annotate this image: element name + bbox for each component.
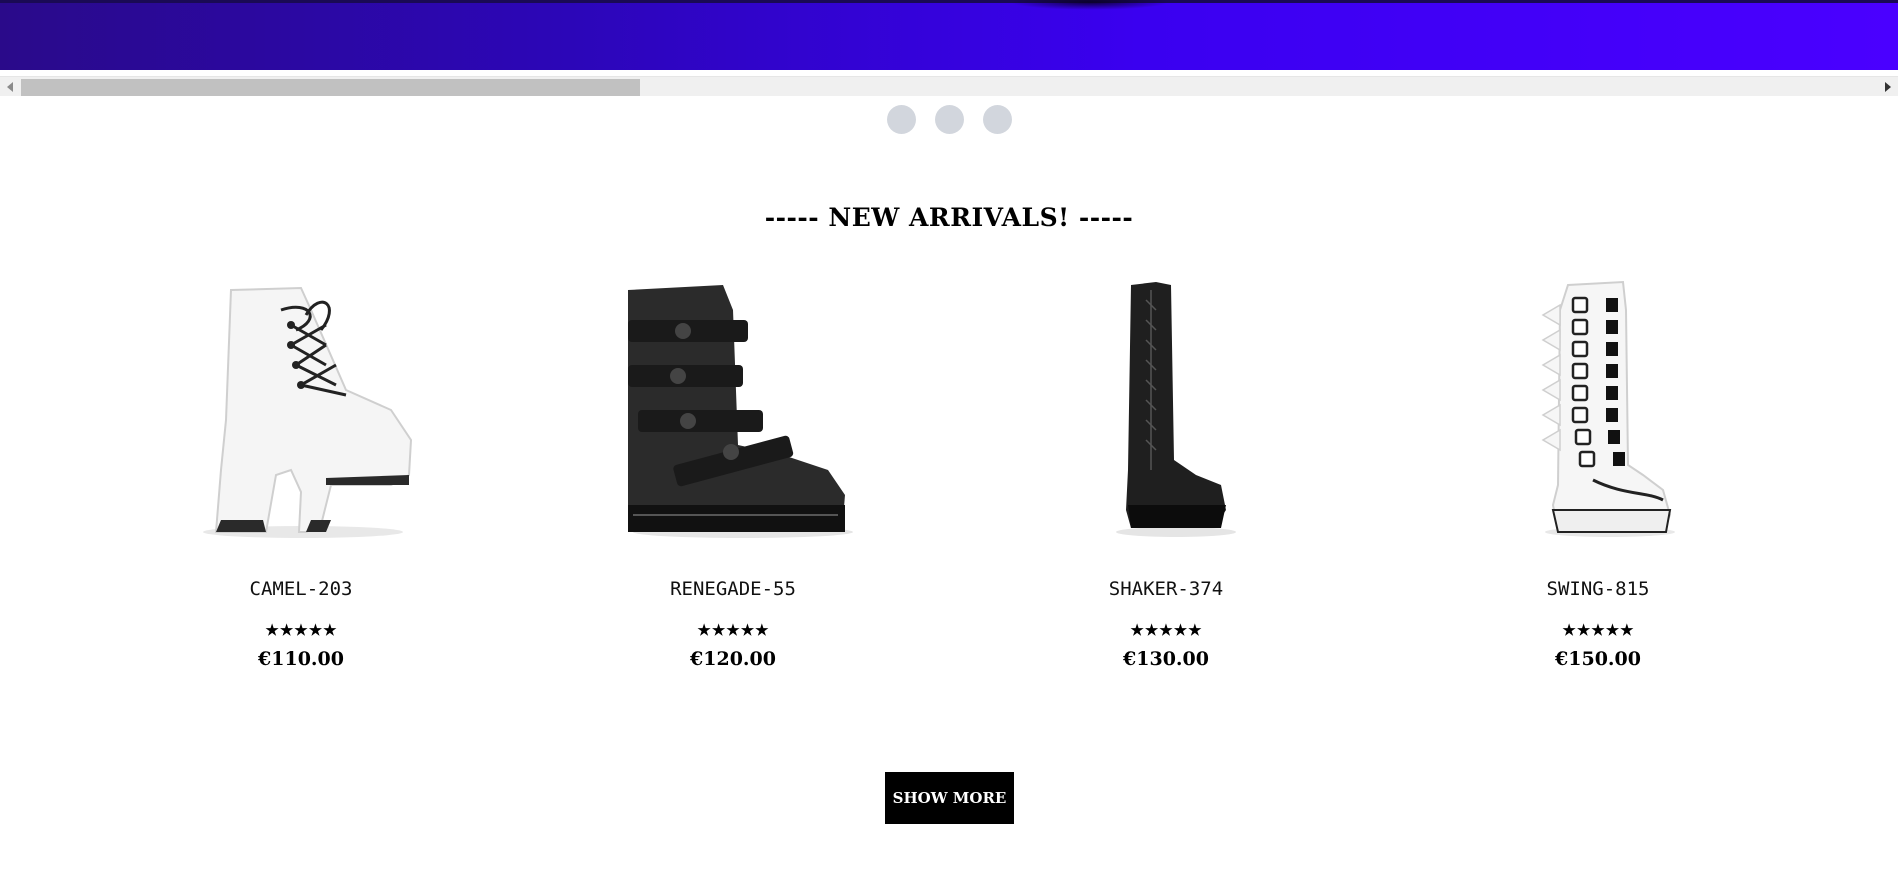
white-buckle-platform-boot-image[interactable] [1448, 270, 1748, 550]
product-card[interactable]: RENEGADE-55 ★★★★★ €120.00 [583, 270, 883, 670]
product-name[interactable]: RENEGADE-55 [583, 578, 883, 600]
product-price: €110.00 [258, 648, 344, 670]
scroll-left-arrow-icon[interactable] [0, 77, 20, 97]
carousel-scrollbar[interactable] [0, 76, 1898, 96]
star-rating-icon: ★★★★★ [264, 614, 338, 642]
show-more-button[interactable]: SHOW MORE [885, 772, 1014, 824]
star-rating-icon: ★★★★★ [696, 614, 770, 642]
product-card[interactable]: SWING-815 ★★★★★ €150.00 [1448, 270, 1748, 670]
carousel-dot-3[interactable] [983, 105, 1012, 134]
scrollbar-thumb[interactable] [21, 79, 640, 96]
hero-image-fragment [1010, 0, 1170, 10]
hero-top-border [0, 0, 1898, 3]
black-thigh-high-lace-boot-image[interactable] [1016, 270, 1316, 550]
star-rating-icon: ★★★★★ [1561, 614, 1635, 642]
product-price: €120.00 [690, 648, 776, 670]
product-card[interactable]: CAMEL-203 ★★★★★ €110.00 [151, 270, 451, 670]
new-arrivals-heading: ----- NEW ARRIVALS! ----- [764, 203, 1134, 232]
product-price: €150.00 [1555, 648, 1641, 670]
star-rating-icon: ★★★★★ [1129, 614, 1203, 642]
hero-banner [0, 0, 1898, 70]
carousel-dot-1[interactable] [887, 105, 916, 134]
product-name[interactable]: SWING-815 [1448, 578, 1748, 600]
product-price: €130.00 [1123, 648, 1209, 670]
white-platform-ankle-boot-image[interactable] [151, 270, 451, 550]
black-strap-combat-boot-image[interactable] [583, 270, 883, 550]
product-name[interactable]: CAMEL-203 [151, 578, 451, 600]
scroll-right-arrow-icon[interactable] [1878, 77, 1898, 97]
carousel-dot-2[interactable] [935, 105, 964, 134]
product-card[interactable]: SHAKER-374 ★★★★★ €130.00 [1016, 270, 1316, 670]
product-name[interactable]: SHAKER-374 [1016, 578, 1316, 600]
carousel-dots [0, 105, 1898, 137]
